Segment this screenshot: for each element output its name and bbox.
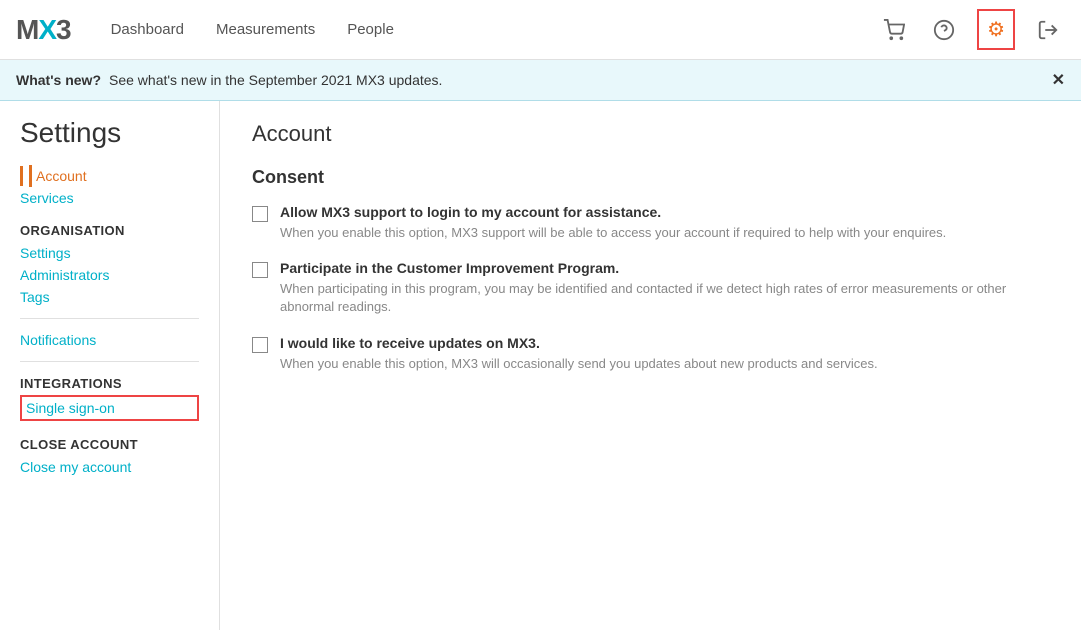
cart-icon-button[interactable] bbox=[877, 13, 911, 47]
banner-close-button[interactable]: ✕ bbox=[1052, 70, 1065, 90]
main-layout: Settings Account Services ORGANISATION S… bbox=[0, 101, 1081, 630]
consent-section-title: Consent bbox=[252, 167, 1049, 188]
consent-desc-2: When participating in this program, you … bbox=[280, 280, 1049, 316]
account-active-container: Account bbox=[20, 165, 199, 187]
consent-label-3: I would like to receive updates on MX3. bbox=[280, 335, 878, 351]
nav-people[interactable]: People bbox=[347, 21, 394, 38]
content-area: Account Consent Allow MX3 support to log… bbox=[220, 101, 1081, 630]
logo-x: X bbox=[38, 14, 56, 45]
consent-text-wrap-3: I would like to receive updates on MX3. … bbox=[280, 335, 878, 373]
consent-item-3: I would like to receive updates on MX3. … bbox=[252, 335, 1049, 373]
nav-links: Dashboard Measurements People bbox=[111, 21, 877, 38]
nav-icons: ⚙ bbox=[877, 9, 1065, 50]
sidebar-divider-2 bbox=[20, 361, 199, 362]
consent-text-wrap-2: Participate in the Customer Improvement … bbox=[280, 260, 1049, 316]
nav-dashboard[interactable]: Dashboard bbox=[111, 21, 184, 38]
consent-text-wrap-1: Allow MX3 support to login to my account… bbox=[280, 204, 946, 242]
sidebar-divider-1 bbox=[20, 318, 199, 319]
sidebar-item-account[interactable]: Account bbox=[29, 165, 87, 187]
sidebar-section-organisation: ORGANISATION bbox=[20, 223, 199, 238]
sidebar-item-services[interactable]: Services bbox=[20, 187, 199, 209]
logo-text: MX3 bbox=[16, 14, 71, 46]
help-icon-button[interactable] bbox=[927, 13, 961, 47]
sidebar-settings-title: Settings bbox=[20, 117, 199, 149]
banner-bold-text: What's new? bbox=[16, 72, 101, 88]
whats-new-banner: What's new? See what's new in the Septem… bbox=[0, 60, 1081, 101]
cart-icon bbox=[883, 19, 905, 41]
logo: MX3 bbox=[16, 14, 71, 46]
sidebar-item-close-account[interactable]: Close my account bbox=[20, 456, 199, 478]
settings-icon-button[interactable]: ⚙ bbox=[977, 9, 1015, 50]
consent-desc-3: When you enable this option, MX3 will oc… bbox=[280, 355, 878, 373]
consent-label-2: Participate in the Customer Improvement … bbox=[280, 260, 1049, 276]
sidebar-section-close-account: CLOSE ACCOUNT bbox=[20, 437, 199, 452]
sidebar-item-tags[interactable]: Tags bbox=[20, 286, 199, 308]
page-title: Account bbox=[252, 121, 1049, 147]
consent-desc-1: When you enable this option, MX3 support… bbox=[280, 224, 946, 242]
consent-item-1: Allow MX3 support to login to my account… bbox=[252, 204, 1049, 242]
nav-measurements[interactable]: Measurements bbox=[216, 21, 315, 38]
active-indicator bbox=[20, 166, 23, 186]
sidebar-item-single-signon[interactable]: Single sign-on bbox=[20, 395, 199, 421]
logout-icon-button[interactable] bbox=[1031, 13, 1065, 47]
banner-message: See what's new in the September 2021 MX3… bbox=[109, 72, 442, 88]
sidebar-item-org-settings[interactable]: Settings bbox=[20, 242, 199, 264]
logout-icon bbox=[1037, 19, 1059, 41]
consent-checkbox-1[interactable] bbox=[252, 206, 268, 222]
sidebar-item-administrators[interactable]: Administrators bbox=[20, 264, 199, 286]
consent-item-2: Participate in the Customer Improvement … bbox=[252, 260, 1049, 316]
consent-checkbox-2[interactable] bbox=[252, 262, 268, 278]
sidebar-section-integrations: INTEGRATIONS bbox=[20, 376, 199, 391]
sidebar-item-notifications[interactable]: Notifications bbox=[20, 329, 199, 351]
help-icon bbox=[933, 19, 955, 41]
top-nav: MX3 Dashboard Measurements People ⚙ bbox=[0, 0, 1081, 60]
gear-icon: ⚙ bbox=[987, 17, 1005, 42]
consent-checkbox-3[interactable] bbox=[252, 337, 268, 353]
sidebar: Settings Account Services ORGANISATION S… bbox=[0, 101, 220, 630]
consent-label-1: Allow MX3 support to login to my account… bbox=[280, 204, 946, 220]
